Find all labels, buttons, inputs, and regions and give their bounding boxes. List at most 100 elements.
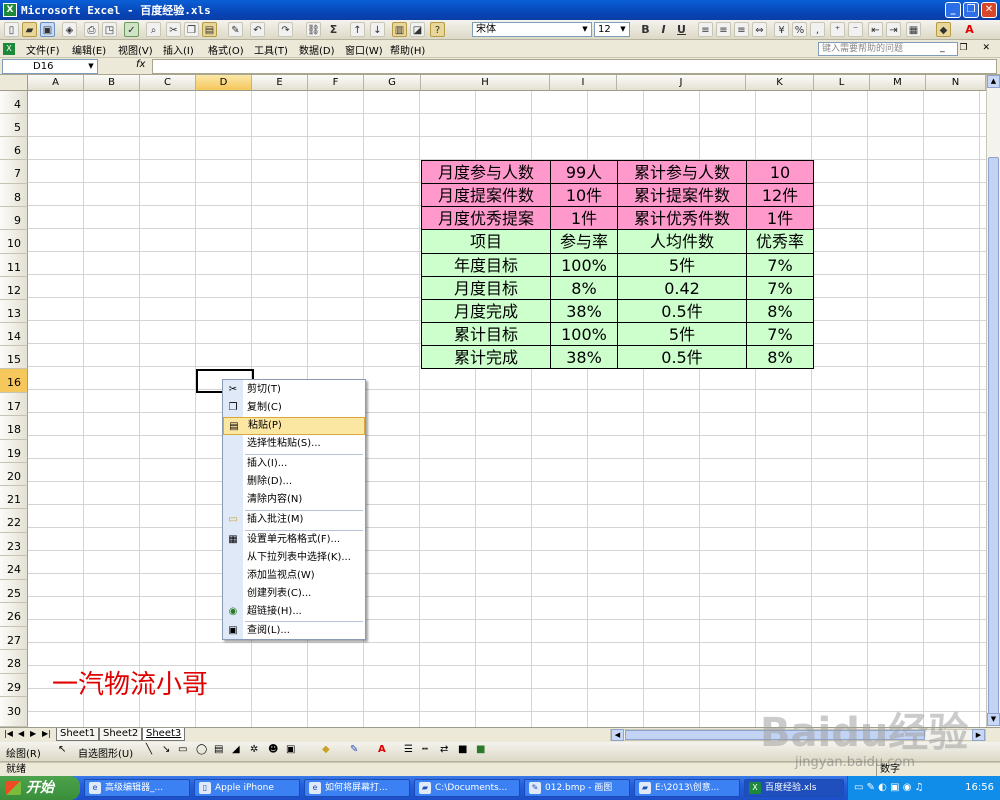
undo-icon[interactable]: ↶ xyxy=(250,22,265,37)
row-header-30[interactable]: 30 xyxy=(0,697,28,727)
name-box[interactable]: D16 ▼ xyxy=(2,59,98,74)
menu-edit[interactable]: 编辑(E) xyxy=(72,42,106,57)
align-center-icon[interactable]: ≡ xyxy=(716,22,731,37)
increase-decimal-icon[interactable]: ⁺ xyxy=(830,22,845,37)
first-sheet-icon[interactable]: |◀ xyxy=(4,729,13,738)
wordart-icon[interactable]: ◢ xyxy=(232,744,240,755)
font-name-select[interactable]: 宋体 ▼ xyxy=(472,22,592,37)
row-header-25[interactable]: 25 xyxy=(0,580,28,603)
arrow-style-icon[interactable]: ⇄ xyxy=(440,744,448,755)
fill-color-icon[interactable]: ◆ xyxy=(936,22,951,37)
column-header-h[interactable]: H xyxy=(421,75,550,91)
row-header-15[interactable]: 15 xyxy=(0,346,28,369)
row-header-22[interactable]: 22 xyxy=(0,509,28,533)
oval-icon[interactable]: ◯ xyxy=(196,744,207,755)
comma-icon[interactable]: , xyxy=(810,22,825,37)
table-cell[interactable]: 99人 xyxy=(551,161,618,184)
column-header-g[interactable]: G xyxy=(364,75,421,91)
row-header-20[interactable]: 20 xyxy=(0,463,28,486)
taskbar-item[interactable]: e 如何将屏幕打... xyxy=(304,779,410,797)
table-header-cell[interactable]: 项目 xyxy=(422,230,551,254)
paste-toolbar-icon[interactable]: ▤ xyxy=(202,22,217,37)
shadow-icon[interactable]: ■ xyxy=(458,744,467,755)
close-button[interactable]: ✕ xyxy=(981,2,997,18)
table-cell[interactable]: 1件 xyxy=(551,207,618,230)
workbook-icon[interactable]: X xyxy=(3,43,15,55)
table-header-cell[interactable]: 优秀率 xyxy=(747,230,814,254)
font-size-select[interactable]: 12 ▼ xyxy=(594,22,630,37)
row-header-5[interactable]: 5 xyxy=(0,114,28,137)
context-menu-item-paste[interactable]: ▤ 粘贴(P) xyxy=(223,417,365,435)
table-cell[interactable]: 8% xyxy=(747,346,814,369)
decrease-indent-icon[interactable]: ⇤ xyxy=(868,22,883,37)
draw-menu-button[interactable]: 绘图(R) xyxy=(6,745,41,760)
taskbar-item[interactable]: e 高级编辑器_... xyxy=(84,779,190,797)
chevron-down-icon[interactable]: ▼ xyxy=(618,24,628,35)
taskbar-item[interactable]: ▰ E:\2013\创意... xyxy=(634,779,740,797)
spelling-icon[interactable]: ✓ xyxy=(124,22,139,37)
context-menu-item-format-cells[interactable]: ▦ 设置单元格格式(F)... xyxy=(223,531,365,549)
context-menu-item-add-watch[interactable]: 添加监视点(W) xyxy=(223,567,365,585)
copy-toolbar-icon[interactable]: ❐ xyxy=(184,22,199,37)
table-cell[interactable]: 0.5件 xyxy=(618,300,747,323)
chevron-down-icon[interactable]: ▼ xyxy=(580,24,590,35)
tray-icons[interactable]: ▭ ✎ ◐ ▣ ◉ ♫ xyxy=(854,776,924,800)
row-header-13[interactable]: 13 xyxy=(0,300,28,323)
chart-wizard-icon[interactable]: ▥ xyxy=(392,22,407,37)
row-header-4[interactable]: 4 xyxy=(0,91,28,114)
permission-icon[interactable]: ◈ xyxy=(62,22,77,37)
table-cell[interactable]: 月度提案件数 xyxy=(422,184,551,207)
select-all-corner[interactable] xyxy=(0,75,28,91)
row-header-6[interactable]: 6 xyxy=(0,137,28,160)
print-icon[interactable]: ⎙ xyxy=(84,22,99,37)
table-cell[interactable]: 38% xyxy=(551,346,618,369)
table-cell[interactable]: 累计提案件数 xyxy=(618,184,747,207)
row-header-26[interactable]: 26 xyxy=(0,603,28,627)
table-cell[interactable]: 10 xyxy=(747,161,814,184)
borders-icon[interactable]: ▦ xyxy=(906,22,921,37)
excel-app-icon[interactable]: X xyxy=(3,3,17,17)
cut-icon[interactable]: ✂ xyxy=(166,22,181,37)
column-header-j[interactable]: J xyxy=(617,75,746,91)
row-header-27[interactable]: 27 xyxy=(0,627,28,650)
table-header-cell[interactable]: 人均件数 xyxy=(618,230,747,254)
context-menu-item-hyperlink[interactable]: ◉ 超链接(H)... xyxy=(223,603,365,621)
context-menu-item-paste-special[interactable]: 选择性粘贴(S)... xyxy=(223,435,365,453)
menu-format[interactable]: 格式(O) xyxy=(208,42,244,57)
sheet-red-text[interactable]: 一汽物流小哥 xyxy=(52,664,208,701)
3d-style-icon[interactable]: ■ xyxy=(476,744,485,755)
column-header-d[interactable]: D xyxy=(196,75,252,91)
row-header-17[interactable]: 17 xyxy=(0,393,28,416)
table-cell[interactable]: 7% xyxy=(747,277,814,300)
table-cell[interactable]: 8% xyxy=(551,277,618,300)
table-cell[interactable]: 12件 xyxy=(747,184,814,207)
table-cell[interactable]: 月度优秀提案 xyxy=(422,207,551,230)
formula-input[interactable] xyxy=(152,59,997,74)
context-menu-item-cut[interactable]: ✂ 剪切(T) xyxy=(223,381,365,399)
scroll-right-button[interactable]: ▶ xyxy=(972,729,985,741)
row-header-12[interactable]: 12 xyxy=(0,277,28,300)
table-cell[interactable]: 100% xyxy=(551,254,618,277)
table-cell[interactable]: 月度目标 xyxy=(422,277,551,300)
fill-bucket-icon[interactable]: ◆ xyxy=(322,744,330,755)
clip-art-icon[interactable]: ☻ xyxy=(268,744,278,755)
column-header-k[interactable]: K xyxy=(746,75,814,91)
context-menu-item-pick-from-list[interactable]: 从下拉列表中选择(K)... xyxy=(223,549,365,567)
next-sheet-icon[interactable]: ▶ xyxy=(30,729,36,738)
table-cell[interactable]: 5件 xyxy=(618,323,747,346)
table-cell[interactable]: 累计优秀件数 xyxy=(618,207,747,230)
table-cell[interactable]: 累计完成 xyxy=(422,346,551,369)
taskbar-item-active[interactable]: X 百度经验.xls xyxy=(744,779,844,797)
autoshapes-menu-button[interactable]: 自选图形(U) xyxy=(78,745,133,760)
row-header-24[interactable]: 24 xyxy=(0,556,28,580)
menu-tools[interactable]: 工具(T) xyxy=(254,42,288,57)
column-header-b[interactable]: B xyxy=(84,75,140,91)
table-cell[interactable]: 月度参与人数 xyxy=(422,161,551,184)
context-menu-item-delete[interactable]: 删除(D)... xyxy=(223,473,365,491)
table-cell[interactable]: 7% xyxy=(747,323,814,346)
row-header-29[interactable]: 29 xyxy=(0,674,28,697)
help-search-input[interactable]: 键入需要帮助的问题 xyxy=(818,42,958,56)
workbook-window-controls[interactable]: _ ❐ ✕ xyxy=(940,43,996,53)
insert-function-icon[interactable]: fx xyxy=(136,59,145,70)
hyperlink-toolbar-icon[interactable]: ⛓ xyxy=(306,22,321,37)
